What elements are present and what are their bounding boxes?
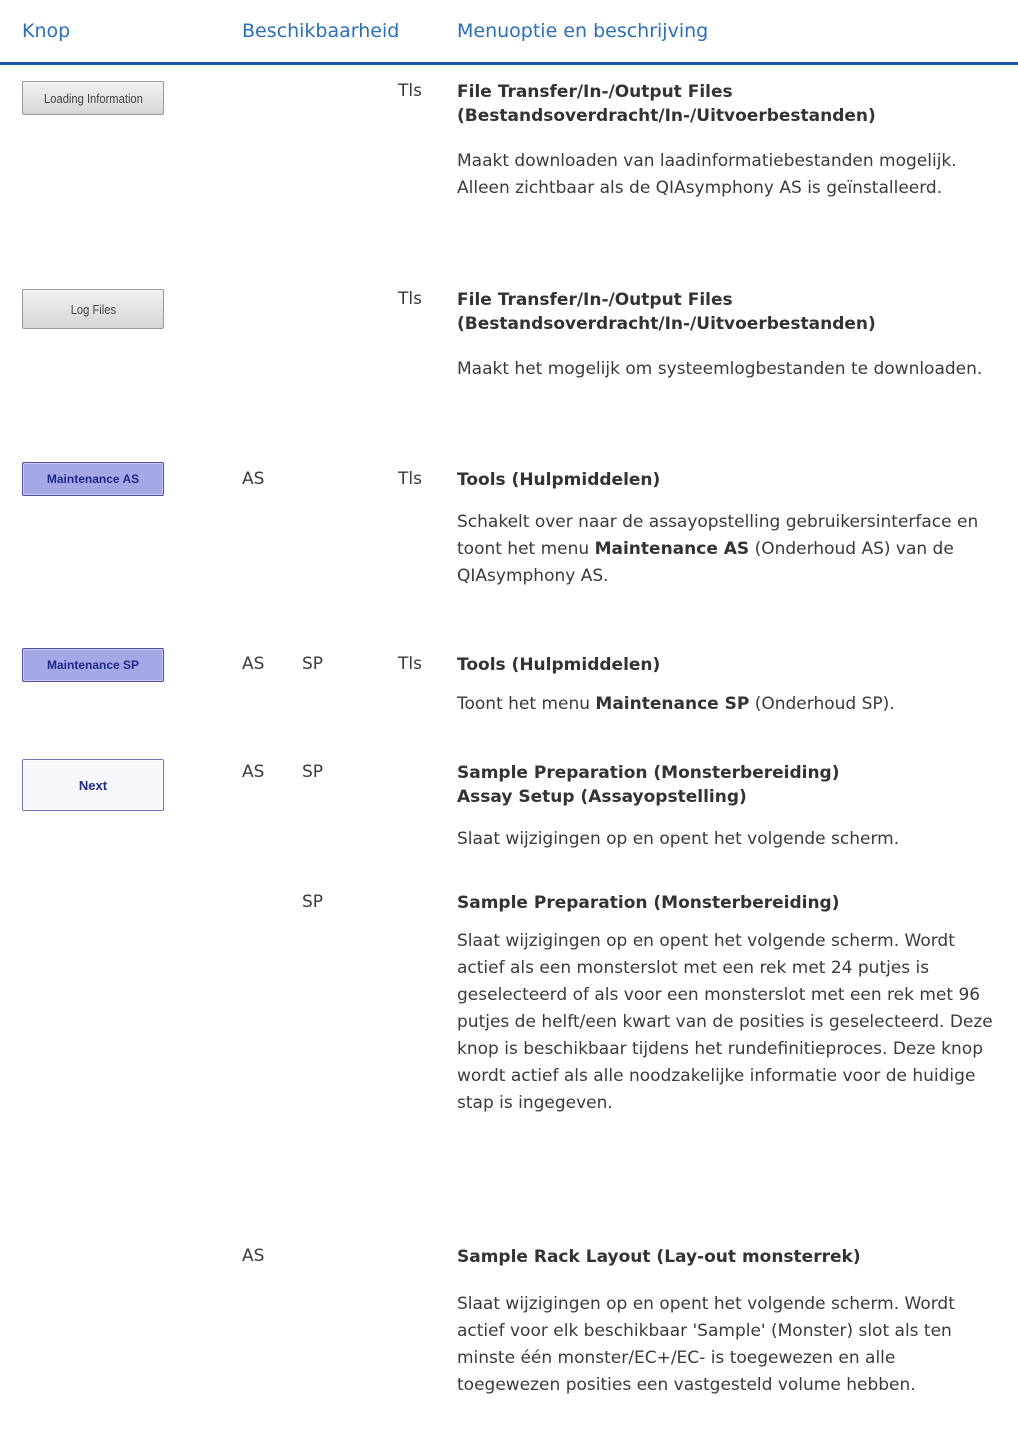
maintenance-as-button[interactable]: Maintenance AS: [22, 462, 164, 496]
availability-as: AS: [242, 654, 265, 674]
availability-sp: SP: [302, 762, 324, 782]
menu-option-title: Tools (Hulpmiddelen): [457, 655, 661, 675]
availability-as: AS: [242, 469, 265, 489]
availability-tls: Tls: [398, 81, 422, 101]
menu-option-title: Sample Preparation (Monsterbereiding): [457, 893, 840, 913]
availability-as: AS: [242, 1246, 265, 1266]
header-divider: [0, 62, 1018, 65]
menu-option-title: Tools (Hulpmiddelen): [457, 470, 661, 490]
menu-option-title: Sample Rack Layout (Lay-out monsterrek): [457, 1247, 861, 1267]
availability-tls: Tls: [398, 654, 422, 674]
availability-sp: SP: [302, 654, 324, 674]
column-header-menu-option: Menuoptie en beschrijving: [457, 20, 709, 42]
column-header-availability: Beschikbaarheid: [242, 20, 400, 42]
availability-tls: Tls: [398, 289, 422, 309]
menu-option-description: Toont het menu Maintenance SP (Onderhoud…: [457, 694, 895, 714]
menu-option-description: Maakt het mogelijk om systeemlogbestande…: [457, 359, 983, 379]
maintenance-sp-button[interactable]: Maintenance SP: [22, 648, 164, 682]
availability-as: AS: [242, 762, 265, 782]
menu-option-title: File Transfer/In-/Output Files (Bestands…: [457, 82, 876, 126]
menu-option-description: Slaat wijzigingen op en opent het volgen…: [457, 931, 993, 1113]
availability-sp: SP: [302, 892, 324, 912]
menu-option-description: Slaat wijzigingen op en opent het volgen…: [457, 1294, 955, 1395]
menu-option-description: Maakt downloaden van laadinformatiebesta…: [457, 151, 957, 198]
next-button[interactable]: Next: [22, 759, 164, 811]
column-header-button: Knop: [22, 20, 71, 42]
loading-information-button[interactable]: Loading Information: [22, 81, 164, 115]
menu-option-title: File Transfer/In-/Output Files (Bestands…: [457, 290, 876, 334]
menu-option-description: Schakelt over naar de assayopstelling ge…: [457, 512, 979, 586]
availability-tls: Tls: [398, 469, 422, 489]
log-files-button[interactable]: Log Files: [22, 289, 164, 329]
menu-option-description: Slaat wijzigingen op en opent het volgen…: [457, 829, 900, 849]
menu-option-title: Sample Preparation (Monsterbereiding) As…: [457, 763, 840, 807]
